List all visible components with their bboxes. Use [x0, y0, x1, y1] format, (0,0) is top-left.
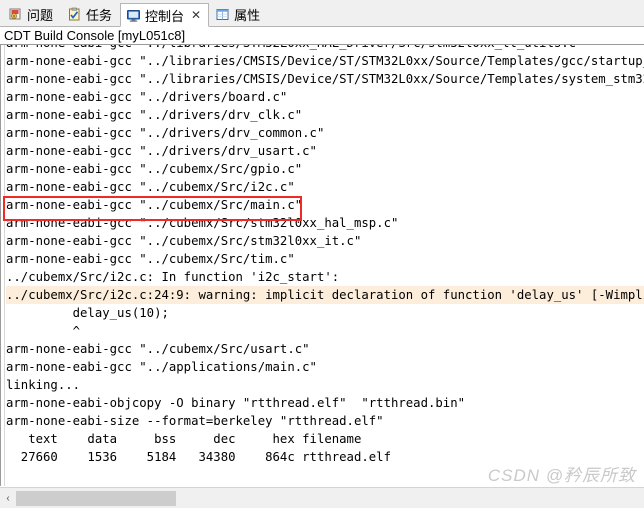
tab-problems[interactable]: 问题 — [2, 2, 61, 26]
csdn-watermark: CSDN @矜辰所致 — [487, 466, 636, 485]
tab-tasks[interactable]: 任务 — [61, 2, 120, 26]
console-line: arm-none-eabi-gcc "../drivers/drv_clk.c" — [6, 108, 303, 122]
view-tab-bar: 问题 任务 控制台 ✕ 属性 — [0, 0, 644, 27]
console-text: arm-none-eabi-gcc "../libraries/STM32L0x… — [6, 45, 644, 486]
console-line: arm-none-eabi-gcc "../cubemx/Src/stm32l0… — [6, 216, 399, 230]
tasks-icon — [67, 7, 82, 22]
tab-label: 控制台 — [145, 8, 185, 24]
console-line: linking... — [6, 378, 81, 392]
console-line: text data bss dec hex filename — [6, 432, 362, 446]
console-line: ../cubemx/Src/i2c.c:24:9: warning: impli… — [6, 286, 644, 304]
scrollbar-thumb[interactable] — [16, 490, 176, 506]
scroll-left-arrow-icon[interactable]: ‹ — [0, 489, 16, 508]
tab-properties[interactable]: 属性 — [209, 2, 268, 26]
console-line: arm-none-eabi-gcc "../drivers/drv_common… — [6, 126, 325, 140]
console-title: CDT Build Console [myL051c8] — [0, 27, 644, 44]
properties-icon — [215, 7, 230, 22]
close-icon[interactable]: ✕ — [191, 9, 201, 21]
problems-icon — [8, 7, 23, 22]
console-line: arm-none-eabi-gcc "../drivers/board.c" — [6, 90, 288, 104]
tab-console[interactable]: 控制台 ✕ — [120, 3, 210, 27]
console-line: arm-none-eabi-gcc "../cubemx/Src/tim.c" — [6, 252, 295, 266]
console-line: arm-none-eabi-gcc "../drivers/drv_usart.… — [6, 144, 317, 158]
console-line: arm-none-eabi-gcc "../libraries/STM32L0x… — [6, 45, 644, 52]
console-line: arm-none-eabi-gcc "../libraries/CMSIS/De… — [6, 54, 644, 68]
horizontal-scrollbar[interactable]: ‹ — [0, 487, 644, 508]
console-icon — [126, 8, 141, 23]
console-line: ^ — [6, 324, 81, 338]
tab-label: 属性 — [234, 8, 261, 23]
console-line: arm-none-eabi-gcc "../cubemx/Src/main.c" — [6, 198, 303, 212]
console-line: arm-none-eabi-gcc "../cubemx/Src/stm32l0… — [6, 234, 362, 248]
console-line: arm-none-eabi-gcc "../cubemx/Src/i2c.c" — [6, 180, 295, 194]
scrollbar-track[interactable] — [16, 489, 644, 508]
console-line: ../cubemx/Src/i2c.c: In function 'i2c_st… — [6, 270, 340, 284]
console-line: arm-none-eabi-size --format=berkeley "rt… — [6, 414, 384, 428]
console-line: arm-none-eabi-gcc "../libraries/CMSIS/De… — [6, 72, 644, 86]
console-line: arm-none-eabi-gcc "../cubemx/Src/usart.c… — [6, 342, 310, 356]
console-line: arm-none-eabi-objcopy -O binary "rtthrea… — [6, 396, 466, 410]
console-output-panel[interactable]: arm-none-eabi-gcc "../libraries/STM32L0x… — [0, 44, 644, 486]
console-left-gutter — [1, 45, 5, 486]
console-line: delay_us(10); — [6, 306, 169, 320]
console-line: arm-none-eabi-gcc "../applications/main.… — [6, 360, 317, 374]
console-line: arm-none-eabi-gcc "../cubemx/Src/gpio.c" — [6, 162, 303, 176]
tab-label: 问题 — [27, 8, 54, 23]
tab-label: 任务 — [86, 8, 113, 23]
